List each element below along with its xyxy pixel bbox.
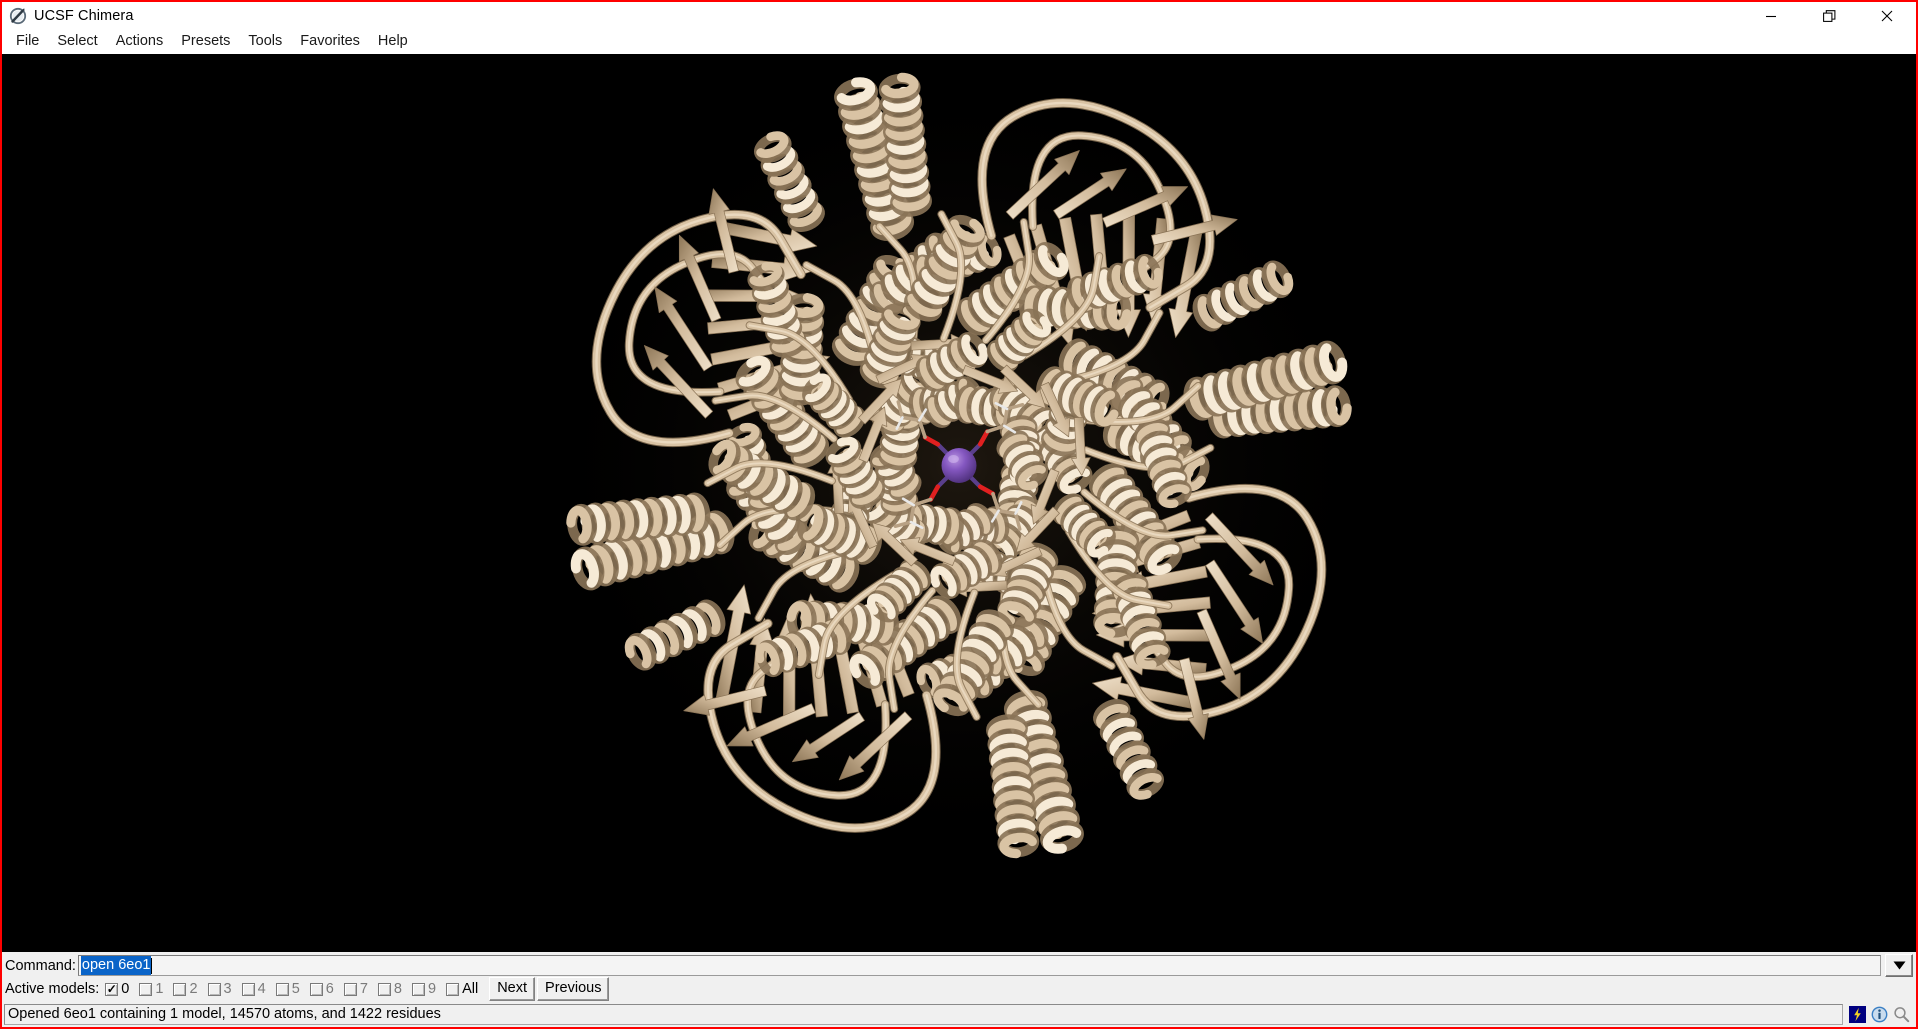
info-icon[interactable] <box>1870 1005 1888 1023</box>
menu-help[interactable]: Help <box>369 30 417 53</box>
model-label-4: 4 <box>257 981 266 997</box>
checkbox-box-all <box>446 982 460 996</box>
command-panel: Command: open 6eo1 Active models: ✓ 0 1 <box>2 951 1916 1027</box>
window-title: UCSF Chimera <box>34 8 134 24</box>
model-label-all: All <box>462 981 479 997</box>
menu-actions[interactable]: Actions <box>107 30 173 53</box>
command-label: Command: <box>5 957 76 974</box>
model-label-0: 0 <box>121 981 130 997</box>
model-checkbox-5[interactable]: 5 <box>275 981 308 997</box>
lightning-icon[interactable] <box>1848 1005 1866 1023</box>
model-checkbox-9[interactable]: 9 <box>412 981 444 997</box>
chevron-down-icon <box>1893 961 1905 970</box>
menu-file[interactable]: File <box>7 30 48 53</box>
checkbox-box-9 <box>412 982 425 996</box>
title-bar: UCSF Chimera <box>2 2 1916 30</box>
model-checkbox-1[interactable]: 1 <box>139 981 171 997</box>
window-controls <box>1742 2 1916 30</box>
model-checkbox-6[interactable]: 6 <box>309 981 342 997</box>
model-label-2: 2 <box>189 981 198 997</box>
checkbox-box-7 <box>343 982 357 996</box>
checkbox-box-3 <box>207 982 221 996</box>
model-checkbox-3[interactable]: 3 <box>207 981 240 997</box>
model-label-3: 3 <box>223 981 232 997</box>
model-label-1: 1 <box>155 981 164 997</box>
active-models-row: Active models: ✓ 0 1 2 3 4 5 6 7 8 9 All… <box>2 977 1916 1003</box>
chimera-logo-icon <box>8 6 28 26</box>
model-label-7: 7 <box>359 981 368 997</box>
next-button[interactable]: Next <box>489 977 536 1001</box>
checkbox-box-1 <box>139 982 153 996</box>
model-label-9: 9 <box>428 981 437 997</box>
minimize-button[interactable] <box>1742 2 1800 30</box>
magnifier-icon[interactable] <box>1892 1005 1910 1023</box>
command-row: Command: open 6eo1 <box>2 952 1916 977</box>
model-checkbox-0[interactable]: ✓ 0 <box>105 981 137 997</box>
menu-favorites[interactable]: Favorites <box>291 30 369 53</box>
checkbox-box-4 <box>241 982 255 996</box>
command-input-value: open 6eo1 <box>80 956 152 975</box>
status-message: Opened 6eo1 containing 1 model, 14570 at… <box>4 1003 1843 1025</box>
model-label-5: 5 <box>291 981 300 997</box>
close-button[interactable] <box>1858 2 1916 30</box>
model-checkbox-2[interactable]: 2 <box>173 981 205 997</box>
active-models-label: Active models: <box>5 981 100 997</box>
menu-select[interactable]: Select <box>48 30 106 53</box>
checkbox-box-0: ✓ <box>105 982 119 996</box>
chimera-window: UCSF Chimera File Select Actions Presets… <box>0 0 1918 1029</box>
menu-bar: File Select Actions Presets Tools Favori… <box>2 30 1916 54</box>
model-checkbox-all[interactable]: All <box>446 981 485 997</box>
checkbox-box-6 <box>309 982 323 996</box>
menu-presets[interactable]: Presets <box>172 30 239 53</box>
model-label-8: 8 <box>393 981 402 997</box>
protein-ribbon-render <box>2 59 1916 946</box>
status-icon-group <box>1843 1005 1914 1023</box>
checkbox-box-5 <box>275 982 289 996</box>
model-checkbox-4[interactable]: 4 <box>241 981 274 997</box>
restore-button[interactable] <box>1800 2 1858 30</box>
model-checkbox-8[interactable]: 8 <box>377 981 410 997</box>
previous-button[interactable]: Previous <box>537 977 610 1001</box>
command-history-dropdown[interactable] <box>1885 954 1913 977</box>
text-caret <box>151 957 153 974</box>
command-input[interactable]: open 6eo1 <box>77 955 1881 976</box>
checkbox-box-8 <box>377 982 391 996</box>
model-checkbox-7[interactable]: 7 <box>343 981 376 997</box>
menu-tools[interactable]: Tools <box>239 30 291 53</box>
model-label-6: 6 <box>325 981 334 997</box>
status-row: Opened 6eo1 containing 1 model, 14570 at… <box>2 1003 1916 1027</box>
checkbox-box-2 <box>173 982 187 996</box>
molecular-viewport[interactable] <box>2 54 1916 951</box>
